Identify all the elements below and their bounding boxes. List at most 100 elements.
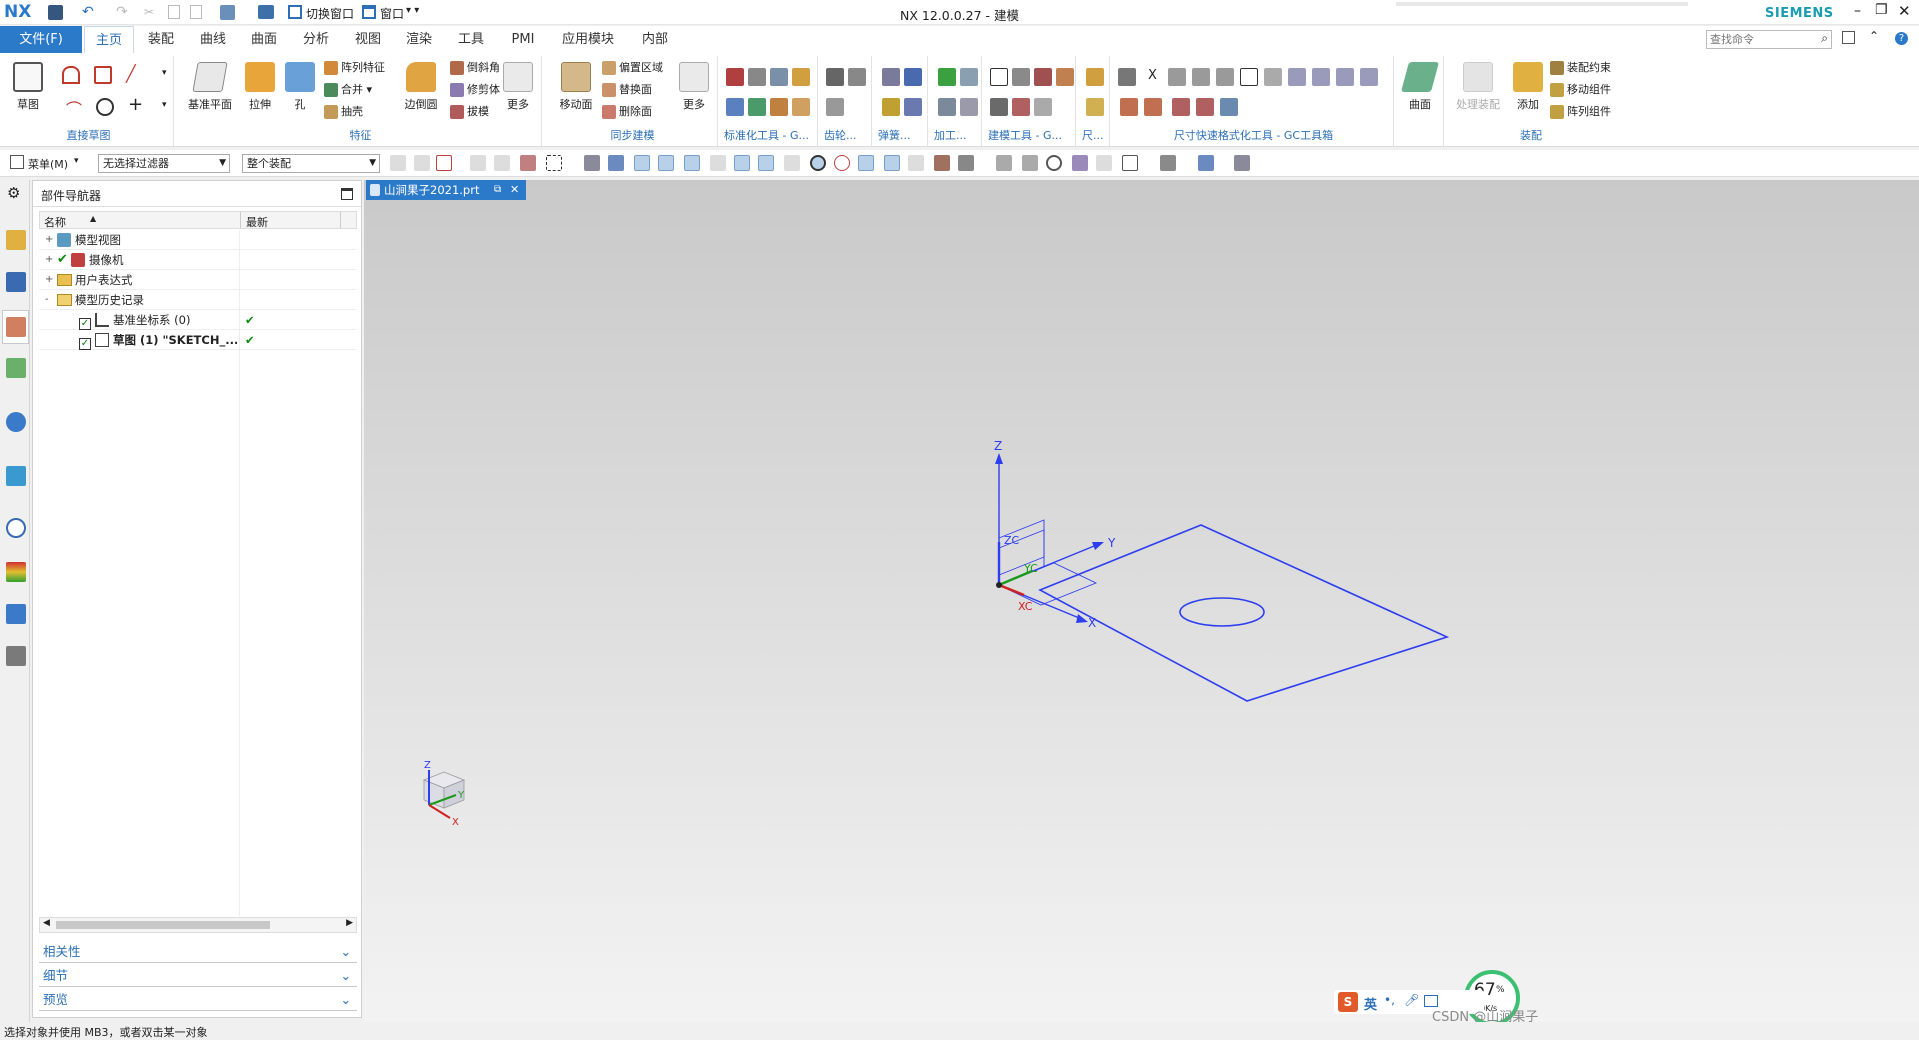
rotate-icon[interactable] bbox=[1046, 155, 1062, 171]
graphics-window[interactable]: 山涧果子2021.prt ⧉ ✕ Z Y X ZC YC XC Z Y X 67… bbox=[364, 180, 1919, 1026]
tree-row-cameras[interactable]: + ✔ 摄像机 bbox=[39, 250, 357, 270]
rectangle-select-icon[interactable] bbox=[546, 155, 562, 171]
gc-tool-icon-7[interactable] bbox=[770, 98, 788, 116]
panel-preview[interactable]: 预览 ⌄ bbox=[39, 989, 357, 1011]
chamfer-button[interactable]: 倒斜角 bbox=[450, 58, 500, 78]
machining-tool-icon-2[interactable] bbox=[960, 68, 978, 86]
tree-row-datum-csys[interactable]: ✓ 基准坐标系 (0) ✔ bbox=[39, 310, 357, 330]
spring-tool-icon-4[interactable] bbox=[904, 98, 922, 116]
group-label-spring[interactable]: 弹簧... bbox=[876, 127, 927, 143]
expand-icon[interactable]: + bbox=[45, 230, 53, 250]
collapse-icon[interactable]: - bbox=[45, 290, 49, 310]
group-label-gear[interactable]: 齿轮... bbox=[822, 127, 871, 143]
tab-analysis[interactable]: 分析 bbox=[293, 26, 339, 53]
tree-row-user-expressions[interactable]: + 用户表达式 bbox=[39, 270, 357, 290]
constraint-navigator-icon[interactable] bbox=[6, 272, 26, 292]
format-tool-icon-11[interactable] bbox=[1360, 68, 1378, 86]
view-tool-icon-2[interactable] bbox=[1022, 155, 1038, 171]
arc-icon[interactable]: ⌒ bbox=[66, 96, 82, 120]
tab-tools[interactable]: 工具 bbox=[448, 26, 494, 53]
sort-ascending-icon[interactable]: ▲ bbox=[90, 214, 96, 223]
view-tool-icon-1[interactable] bbox=[996, 155, 1012, 171]
horizontal-scrollbar[interactable]: ◀ ▶ bbox=[39, 917, 357, 933]
modeling-tool-icon-3[interactable] bbox=[1034, 68, 1052, 86]
tree-row-model-history[interactable]: - 模型历史记录 bbox=[39, 290, 357, 310]
shell-button[interactable]: 抽壳 bbox=[324, 102, 363, 122]
close-button[interactable]: ✕ bbox=[1898, 2, 1911, 20]
snap-icon-7[interactable] bbox=[734, 155, 750, 171]
circle-icon[interactable] bbox=[96, 98, 114, 116]
tree-row-sketch[interactable]: ✓ 草图 (1) "SKETCH_... ✔ bbox=[39, 330, 357, 350]
gc-tool-icon-3[interactable] bbox=[770, 68, 788, 86]
system-materials-icon[interactable] bbox=[6, 646, 26, 666]
format-tool-icon-14[interactable] bbox=[1172, 98, 1190, 116]
snap-icon-12[interactable] bbox=[858, 155, 874, 171]
group-label-machining[interactable]: 加工... bbox=[932, 127, 981, 143]
format-tool-x-icon[interactable]: X bbox=[1148, 68, 1157, 83]
tab-render[interactable]: 渲染 bbox=[396, 26, 442, 53]
snap-icon-13[interactable] bbox=[884, 155, 900, 171]
tree-row-model-views[interactable]: + 模型视图 bbox=[39, 230, 357, 250]
format-tool-icon-1[interactable] bbox=[1118, 68, 1136, 86]
tab-surface[interactable]: 曲面 bbox=[241, 26, 287, 53]
tab-internal[interactable]: 内部 bbox=[630, 26, 680, 53]
collapse-ribbon-icon[interactable]: ⌃ bbox=[1869, 29, 1879, 43]
snap-icon-4[interactable] bbox=[658, 155, 674, 171]
assembly-navigator-icon[interactable] bbox=[6, 230, 26, 250]
delete-face-button[interactable]: 删除面 bbox=[602, 102, 652, 122]
column-name[interactable]: 名称 bbox=[44, 214, 66, 230]
view-more-icon[interactable] bbox=[1234, 155, 1250, 171]
modeling-tool-icon-7[interactable] bbox=[1034, 98, 1052, 116]
snap-icon-3[interactable] bbox=[634, 155, 650, 171]
gear-tool-icon-1[interactable] bbox=[826, 68, 844, 86]
model-viewport[interactable]: Z Y X ZC YC XC Z Y X bbox=[364, 180, 1919, 1023]
gc-tool-icon-8[interactable] bbox=[792, 98, 810, 116]
scroll-left-icon[interactable]: ◀ bbox=[43, 918, 50, 928]
sogou-logo-icon[interactable]: S bbox=[1338, 992, 1358, 1012]
menu-chevron-down-icon[interactable]: ▾ bbox=[74, 156, 79, 166]
render-style-icon[interactable] bbox=[1160, 155, 1176, 171]
tab-application[interactable]: 应用模块 bbox=[552, 26, 624, 53]
selection-tool-icon-6[interactable] bbox=[520, 155, 536, 171]
view-tool-icon-5[interactable] bbox=[1096, 155, 1112, 171]
view-orient-icon[interactable] bbox=[1198, 155, 1214, 171]
menu-button[interactable]: 菜单(M) bbox=[28, 156, 68, 172]
format-tool-icon-5[interactable] bbox=[1216, 68, 1234, 86]
column-divider[interactable] bbox=[340, 212, 341, 228]
search-icon[interactable]: ⌕ bbox=[1821, 31, 1828, 46]
snap-icon-8[interactable] bbox=[758, 155, 774, 171]
sketch-circle[interactable] bbox=[1179, 597, 1265, 627]
maximize-navigator-icon[interactable] bbox=[341, 188, 353, 200]
snap-icon-1[interactable] bbox=[584, 155, 600, 171]
selection-tool-icon-2[interactable] bbox=[414, 155, 430, 171]
dim-tool-icon-1[interactable] bbox=[1086, 68, 1104, 86]
modeling-tool-icon-2[interactable] bbox=[1012, 68, 1030, 86]
selection-tool-icon-3[interactable] bbox=[436, 155, 452, 171]
format-tool-icon-6[interactable] bbox=[1240, 68, 1258, 86]
snap-icon-11[interactable] bbox=[834, 155, 850, 171]
ribbon-options-icon[interactable] bbox=[1842, 31, 1855, 44]
spring-tool-icon-1[interactable] bbox=[882, 68, 900, 86]
format-tool-icon-8[interactable] bbox=[1288, 68, 1306, 86]
gear-tool-icon-2[interactable] bbox=[848, 68, 866, 86]
gc-tool-icon-2[interactable] bbox=[748, 68, 766, 86]
offset-region-button[interactable]: 偏置区域 bbox=[602, 58, 663, 78]
expand-icon[interactable]: + bbox=[45, 250, 53, 270]
restore-button[interactable]: ❐ bbox=[1875, 2, 1888, 18]
command-search-input[interactable] bbox=[1707, 31, 1807, 48]
extrude-button[interactable]: 拉伸 bbox=[238, 58, 282, 112]
rectangle-icon[interactable] bbox=[94, 66, 112, 84]
menu-icon[interactable] bbox=[10, 155, 24, 169]
gc-tool-icon-6[interactable] bbox=[748, 98, 766, 116]
gc-tool-icon-5[interactable] bbox=[726, 98, 744, 116]
snap-icon-5[interactable] bbox=[684, 155, 700, 171]
unite-button[interactable]: 合并 ▾ bbox=[324, 80, 372, 100]
panel-details[interactable]: 细节 ⌄ bbox=[39, 965, 357, 987]
replace-face-button[interactable]: 替换面 bbox=[602, 80, 652, 100]
move-face-button[interactable]: 移动面 bbox=[552, 58, 600, 112]
format-tool-icon-3[interactable] bbox=[1168, 68, 1186, 86]
pattern-feature-button[interactable]: 阵列特征 bbox=[324, 58, 385, 78]
feature-more-button[interactable]: 更多 bbox=[498, 58, 538, 112]
profile-icon[interactable] bbox=[62, 66, 80, 84]
ime-language[interactable]: 英 bbox=[1364, 994, 1377, 1013]
